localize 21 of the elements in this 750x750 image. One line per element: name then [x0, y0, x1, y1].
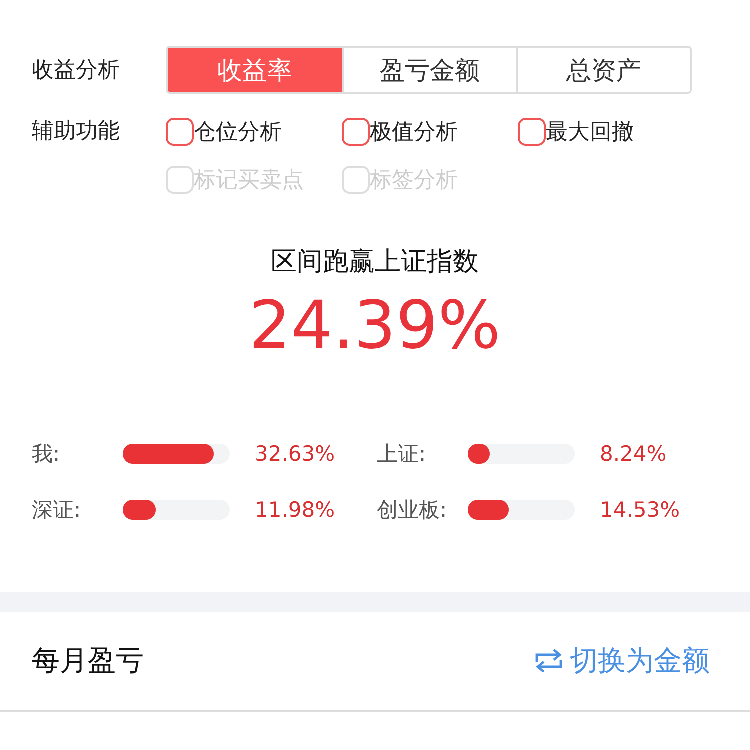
checkbox-label[interactable]: 仓位分析: [194, 117, 282, 147]
comparison-label: 我:: [32, 441, 62, 468]
summary-value: 24.39%: [248, 287, 502, 364]
comparison-label: 上证:: [377, 441, 428, 468]
checkbox-label[interactable]: 最大回撤: [546, 117, 634, 147]
checkbox[interactable]: [518, 118, 546, 146]
section-title: 每月盈亏: [32, 643, 144, 679]
swap-arrows-icon: [534, 647, 564, 675]
comparison-value: 32.63%: [255, 442, 336, 466]
segment-tab[interactable]: 总资产: [516, 48, 690, 92]
comparison-value: 8.24%: [600, 442, 667, 466]
comparison-label: 创业板:: [377, 497, 448, 524]
row-label: 辅助功能: [32, 118, 121, 146]
checkbox-label[interactable]: 极值分析: [370, 117, 458, 147]
summary-title: 区间跑赢上证指数: [270, 246, 480, 279]
row-label: 收益分析: [32, 57, 121, 85]
checkbox[interactable]: [342, 118, 370, 146]
comparison-value: 11.98%: [255, 498, 336, 522]
comparison-value: 14.53%: [600, 498, 680, 522]
comparison-label: 深证:: [32, 497, 82, 524]
checkbox[interactable]: [166, 118, 194, 146]
